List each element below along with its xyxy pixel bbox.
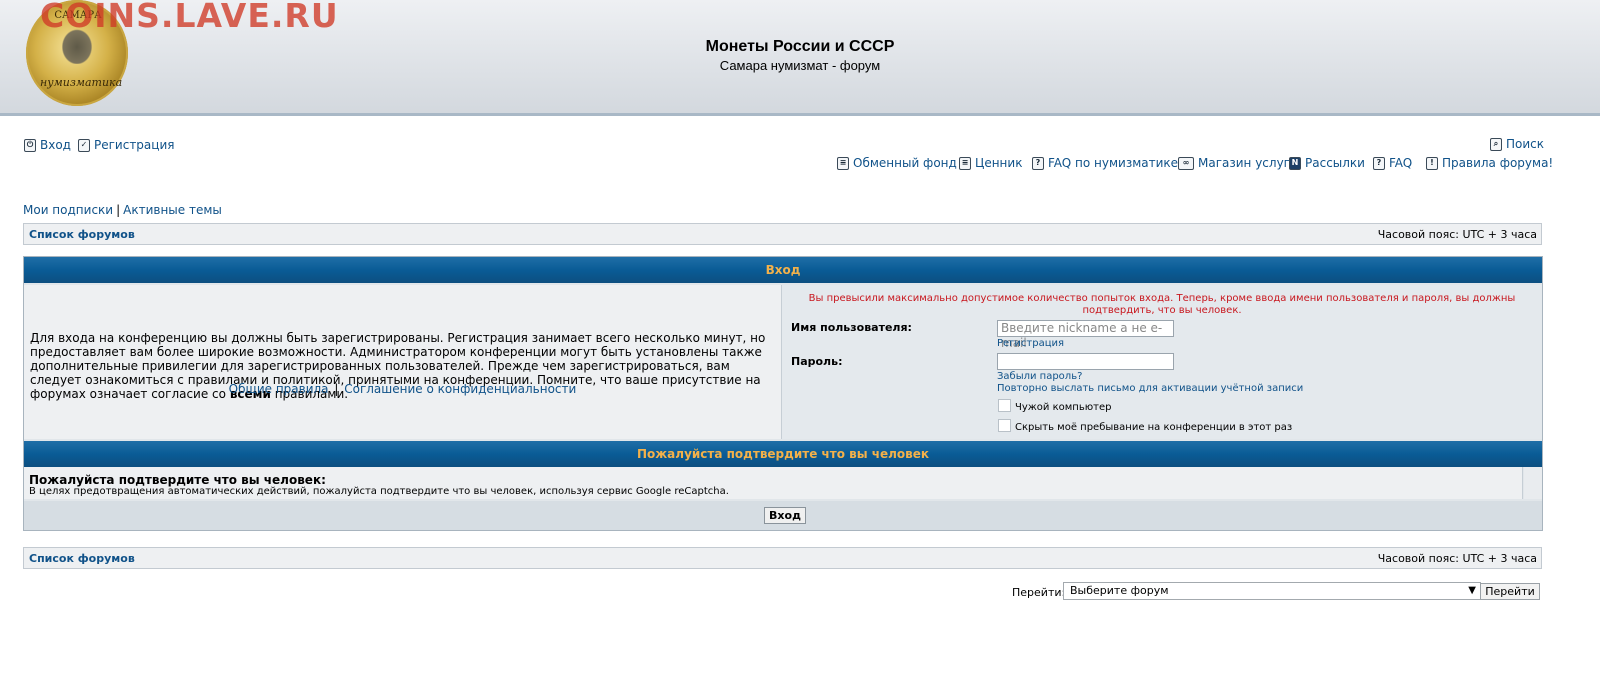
watermark: COINS.LAVE.RU: [40, 0, 339, 35]
captcha-row: Пожалуйста подтвердите что вы человек: В…: [24, 467, 1523, 499]
nav-rules-label: Правила форума!: [1442, 156, 1554, 170]
password-label: Пароль:: [791, 355, 843, 368]
captcha-title: Пожалуйста подтвердите что вы человек:: [29, 473, 326, 487]
resend-activation-link[interactable]: Повторно выслать письмо для активации уч…: [997, 383, 1303, 394]
nav-search-label: Поиск: [1506, 137, 1545, 151]
my-subscriptions-link[interactable]: Мои подписки: [23, 203, 113, 217]
newsletter-icon: N: [1289, 156, 1301, 170]
submit-row: Вход: [24, 501, 1542, 530]
subs-separator: |: [116, 203, 121, 217]
hide-online-checkbox[interactable]: [998, 419, 1011, 432]
faq-icon: ?: [1032, 156, 1044, 170]
forum-list-link-bottom[interactable]: Список форумов: [29, 552, 135, 565]
public-computer-checkbox[interactable]: [998, 399, 1011, 412]
register-link[interactable]: Регистрация: [997, 338, 1064, 349]
nav-faq-link[interactable]: ? FAQ: [1373, 156, 1412, 170]
rules-links: Общие правила | Соглашение о конфиденциа…: [24, 382, 781, 396]
login-attempts-warning: Вы превысили максимально допустимое коли…: [808, 293, 1516, 316]
forum-list-link[interactable]: Список форумов: [29, 228, 135, 241]
nav-search-link[interactable]: ⌕ Поиск: [1490, 137, 1544, 151]
forgot-password-link[interactable]: Забыли пароль?: [997, 371, 1082, 382]
privacy-policy-link[interactable]: Соглашение о конфиденциальности: [344, 382, 576, 396]
username-label: Имя пользователя:: [791, 321, 912, 334]
forum-select-value: Выберите форум: [1070, 584, 1169, 597]
forum-select[interactable]: Выберите форум ▼: [1063, 582, 1481, 600]
nav-pricelist-link[interactable]: ≡ Ценник: [959, 156, 1022, 170]
general-rules-link[interactable]: Общие правила: [229, 382, 329, 396]
login-header: Вход: [24, 257, 1542, 283]
active-topics-link[interactable]: Активные темы: [123, 203, 222, 217]
breadcrumb-bar-bottom: Список форумов Часовой пояс: UTC + 3 час…: [23, 547, 1542, 569]
captcha-header: Пожалуйста подтвердите что вы человек: [24, 441, 1542, 467]
login-panel: Вход Для входа на конференцию вы должны …: [23, 256, 1543, 531]
nav-register-label: Регистрация: [94, 138, 175, 152]
dropdown-arrow-icon: ▼: [1468, 585, 1476, 596]
checkbox-icon: ✓: [78, 138, 90, 152]
site-description: Самара нумизмат - форум: [719, 58, 881, 73]
timezone-text-bottom: Часовой пояс: UTC + 3 часа: [1377, 552, 1537, 565]
rules-links-separator: |: [334, 382, 339, 396]
list-icon: ≡: [959, 156, 971, 170]
nav-rules-link[interactable]: ! Правила форума!: [1426, 156, 1553, 170]
jump-label: Перейти:: [1012, 586, 1066, 599]
nav-newsletter-link[interactable]: N Рассылки: [1289, 156, 1365, 170]
nav-numismatics-faq-label: FAQ по нумизматике: [1048, 156, 1179, 170]
nav-register-link[interactable]: ✓ Регистрация: [78, 138, 174, 152]
timezone-text: Часовой пояс: UTC + 3 часа: [1377, 228, 1537, 241]
nav-shop-link[interactable]: ∞ Магазин услуг: [1178, 156, 1290, 170]
captcha-side-cell: [1524, 467, 1542, 499]
nav-numismatics-faq-link[interactable]: ? FAQ по нумизматике: [1032, 156, 1178, 170]
nav-newsletter-label: Рассылки: [1305, 156, 1365, 170]
power-icon: ⏻: [24, 138, 36, 152]
login-intro-cell: Для входа на конференцию вы должны быть …: [24, 285, 782, 439]
login-submit-button[interactable]: Вход: [764, 507, 806, 524]
captcha-description: В целях предотвращения автоматических де…: [29, 486, 729, 497]
nav-pricelist-label: Ценник: [975, 156, 1023, 170]
login-form-cell: Вы превысили максимально допустимое коли…: [782, 285, 1542, 439]
list-icon: ≡: [837, 156, 849, 170]
breadcrumb-bar-top: Список форумов Часовой пояс: UTC + 3 час…: [23, 223, 1542, 245]
nav-login-link[interactable]: ⏻ Вход: [24, 138, 71, 152]
username-input[interactable]: Введите nickname а не e-mail: [997, 320, 1174, 350]
nav-exchange-link[interactable]: ≡ Обменный фонд: [837, 156, 957, 170]
password-input[interactable]: [997, 353, 1174, 370]
subscriptions-links: Мои подписки | Активные темы: [23, 203, 222, 217]
nav-login-label: Вход: [40, 138, 71, 152]
nav-faq-label: FAQ: [1389, 156, 1413, 170]
faq-icon: ?: [1373, 156, 1385, 170]
site-title: Монеты России и СССР: [705, 38, 895, 55]
handshake-icon: ∞: [1178, 156, 1194, 170]
search-icon: ⌕: [1490, 137, 1502, 151]
nav-exchange-label: Обменный фонд: [853, 156, 957, 170]
jump-button[interactable]: Перейти: [1480, 583, 1540, 600]
exclamation-icon: !: [1426, 156, 1438, 170]
hide-online-label: Скрыть моё пребывание на конференции в э…: [1015, 422, 1293, 433]
logo-bottom-text: нумизматика: [40, 76, 123, 89]
site-header: САМАРА нумизматика COINS.LAVE.RU Монеты …: [0, 0, 1600, 116]
nav-shop-label: Магазин услуг: [1198, 156, 1290, 170]
public-computer-label: Чужой компьютер: [1015, 402, 1112, 413]
